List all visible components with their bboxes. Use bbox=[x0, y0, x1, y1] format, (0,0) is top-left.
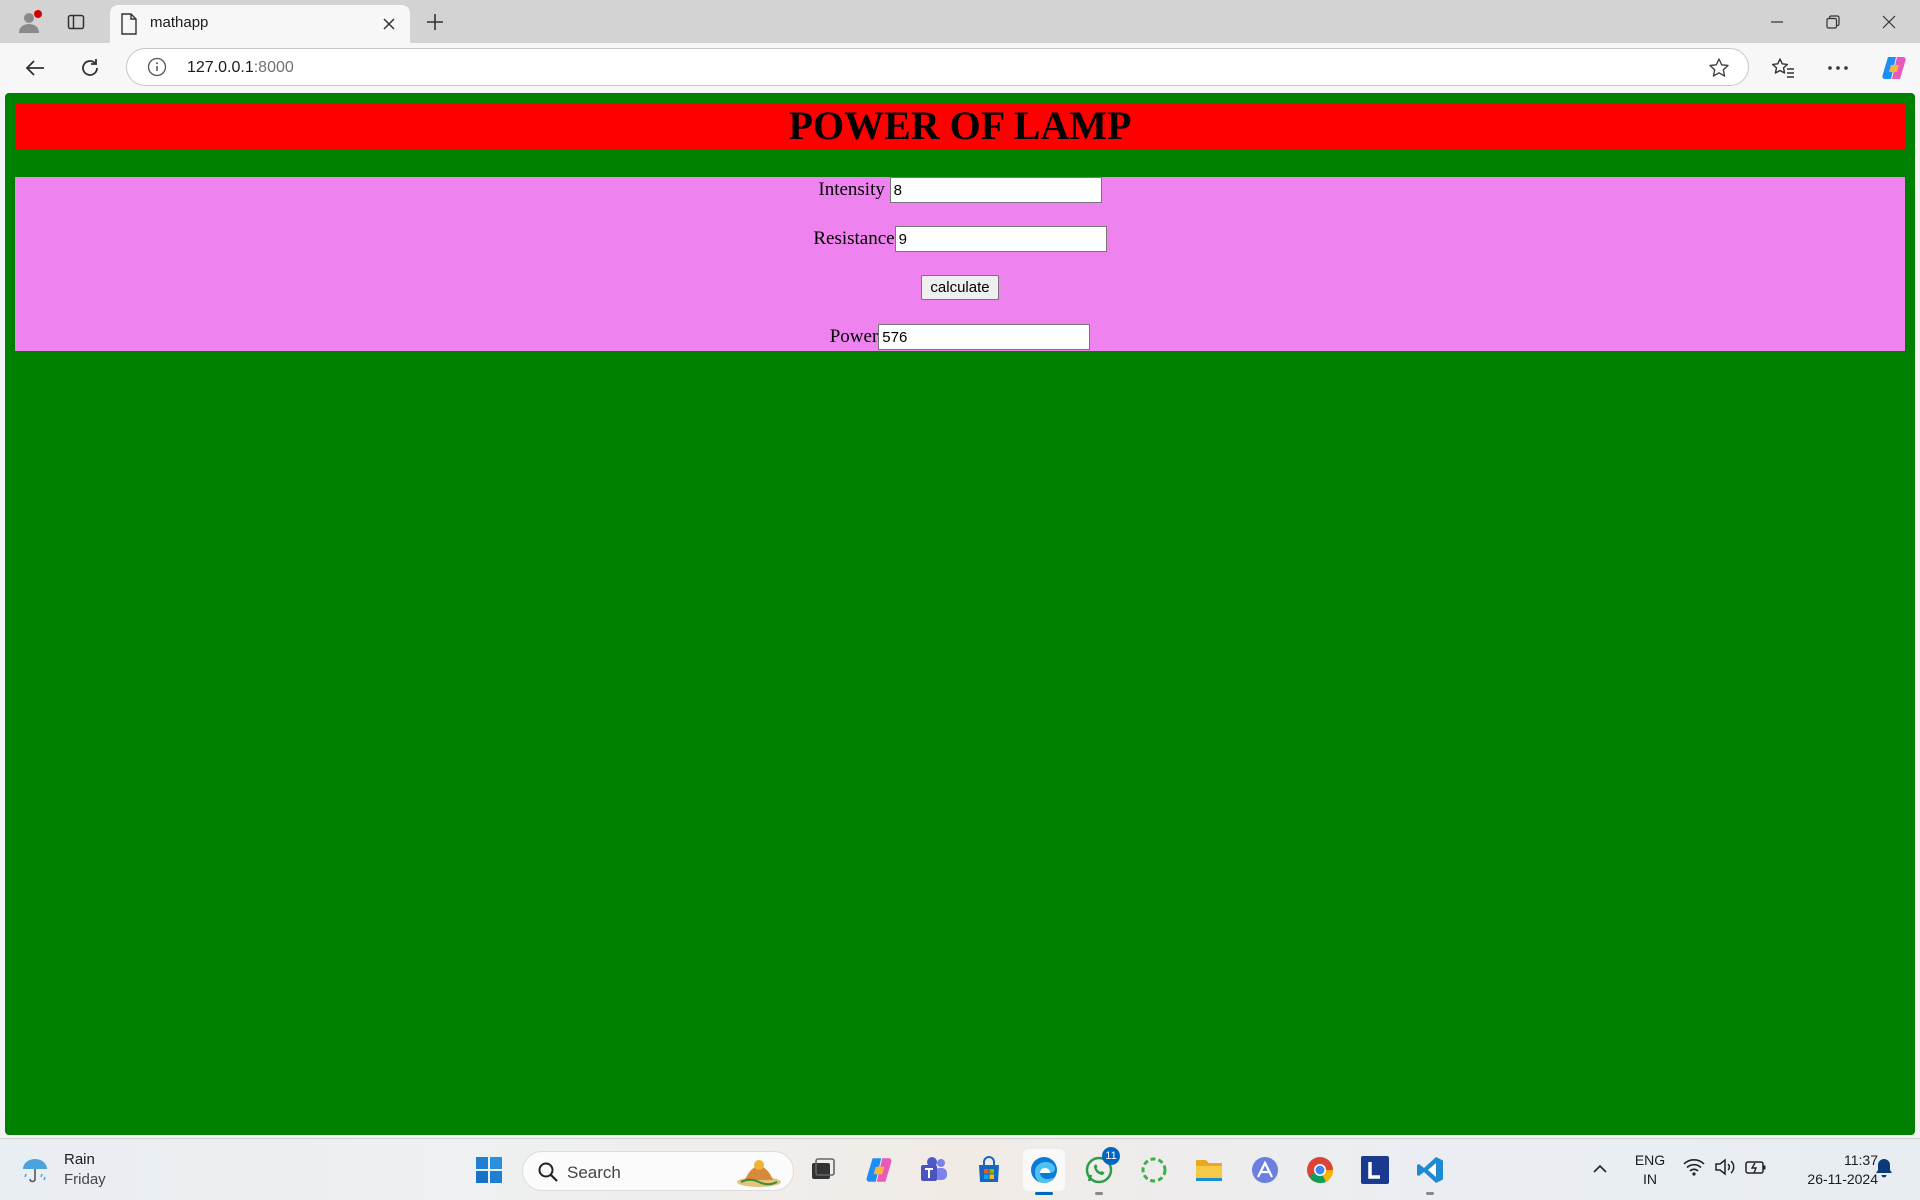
copilot-taskbar-icon[interactable] bbox=[858, 1149, 900, 1191]
search-icon bbox=[537, 1161, 559, 1183]
whatsapp-icon[interactable]: 11 bbox=[1078, 1147, 1120, 1195]
windows-taskbar: Rain Friday Search 11 ENG IN 11:37 26-11… bbox=[0, 1138, 1920, 1200]
favorites-icon[interactable] bbox=[1768, 53, 1798, 83]
clock-time: 11:37 bbox=[1844, 1152, 1878, 1168]
rain-umbrella-icon bbox=[20, 1155, 50, 1185]
clock-date: 26-11-2024 bbox=[1807, 1171, 1878, 1187]
system-clock[interactable]: 11:37 26-11-2024 bbox=[1782, 1151, 1878, 1189]
minimize-window-icon[interactable] bbox=[1762, 8, 1792, 36]
address-bar[interactable]: 127.0.0.1:8000 bbox=[126, 48, 1749, 86]
profile-avatar-icon[interactable] bbox=[14, 8, 44, 36]
search-label: Search bbox=[567, 1163, 621, 1182]
notification-bell-icon[interactable] bbox=[1874, 1157, 1898, 1183]
page-viewport: POWER OF LAMP Intensity Resistance calcu… bbox=[0, 92, 1920, 1138]
more-options-icon[interactable] bbox=[1823, 53, 1853, 83]
wifi-icon[interactable] bbox=[1683, 1157, 1707, 1181]
volume-icon[interactable] bbox=[1714, 1157, 1738, 1181]
resistance-row: Resistance bbox=[15, 226, 1905, 252]
l-app-icon[interactable] bbox=[1354, 1149, 1396, 1191]
page-title: POWER OF LAMP bbox=[788, 103, 1132, 148]
intensity-input[interactable] bbox=[889, 177, 1102, 203]
close-window-icon[interactable] bbox=[1874, 8, 1904, 36]
battery-charging-icon[interactable] bbox=[1745, 1157, 1769, 1181]
power-label: Power bbox=[829, 326, 879, 347]
microsoft-store-icon[interactable] bbox=[968, 1149, 1010, 1191]
url-port: :8000 bbox=[253, 59, 294, 76]
language-code: ENG bbox=[1634, 1152, 1666, 1168]
weather-widget[interactable]: Rain Friday bbox=[20, 1149, 130, 1193]
triangle-app-icon[interactable] bbox=[1244, 1149, 1286, 1191]
power-row: Power bbox=[15, 324, 1905, 350]
favorite-star-icon[interactable] bbox=[1708, 57, 1730, 79]
task-view-icon[interactable] bbox=[802, 1149, 844, 1191]
calculate-row: calculate bbox=[15, 275, 1905, 300]
back-arrow-icon[interactable] bbox=[20, 53, 50, 83]
profile-notification-dot bbox=[34, 10, 42, 18]
browser-tab-active[interactable]: mathapp bbox=[110, 5, 410, 43]
browser-title-bar: mathapp bbox=[0, 0, 1920, 43]
weather-condition: Rain bbox=[64, 1151, 95, 1168]
calculator-form: Intensity Resistance calculate Power bbox=[15, 177, 1905, 351]
chrome-icon[interactable] bbox=[1299, 1149, 1341, 1191]
url-host: 127.0.0.1 bbox=[187, 59, 254, 76]
input-language[interactable]: ENG IN bbox=[1630, 1151, 1670, 1189]
copilot-icon[interactable] bbox=[1878, 52, 1910, 84]
tab-title: mathapp bbox=[150, 14, 209, 31]
restore-window-icon[interactable] bbox=[1818, 8, 1848, 36]
new-tab-plus-icon[interactable] bbox=[420, 8, 450, 36]
page-file-icon bbox=[120, 13, 140, 35]
page-body: POWER OF LAMP Intensity Resistance calcu… bbox=[5, 93, 1915, 1135]
whatsapp-unread-badge: 11 bbox=[1102, 1147, 1120, 1165]
edge-active-indicator bbox=[1035, 1192, 1053, 1195]
circular-app-icon[interactable] bbox=[1133, 1149, 1175, 1191]
intensity-row: Intensity bbox=[15, 177, 1905, 203]
reload-icon[interactable] bbox=[75, 53, 105, 83]
resistance-label: Resistance bbox=[813, 228, 895, 249]
whatsapp-running-indicator bbox=[1095, 1192, 1103, 1195]
file-explorer-icon[interactable] bbox=[1188, 1149, 1230, 1191]
tab-close-icon[interactable] bbox=[376, 11, 402, 37]
region-code: IN bbox=[1643, 1171, 1657, 1187]
intensity-label: Intensity bbox=[818, 179, 885, 200]
page-header-banner: POWER OF LAMP bbox=[15, 103, 1905, 149]
calculate-button[interactable]: calculate bbox=[921, 275, 999, 300]
tab-actions-icon[interactable] bbox=[64, 10, 88, 34]
power-output[interactable] bbox=[878, 324, 1091, 350]
search-highlight-icon bbox=[735, 1156, 783, 1188]
browser-toolbar: 127.0.0.1:8000 bbox=[0, 43, 1920, 92]
taskbar-search-box[interactable]: Search bbox=[522, 1151, 794, 1191]
weather-day: Friday bbox=[64, 1171, 106, 1188]
site-info-icon[interactable] bbox=[147, 57, 169, 79]
windows-start-icon[interactable] bbox=[468, 1149, 510, 1191]
edge-browser-icon[interactable] bbox=[1023, 1149, 1065, 1195]
resistance-input[interactable] bbox=[894, 226, 1107, 252]
show-hidden-icons-chevron-icon[interactable] bbox=[1588, 1159, 1616, 1183]
url-text: 127.0.0.1:8000 bbox=[187, 59, 294, 77]
vscode-running-indicator bbox=[1426, 1192, 1434, 1195]
vscode-icon[interactable] bbox=[1409, 1149, 1451, 1195]
teams-icon[interactable] bbox=[913, 1149, 955, 1191]
